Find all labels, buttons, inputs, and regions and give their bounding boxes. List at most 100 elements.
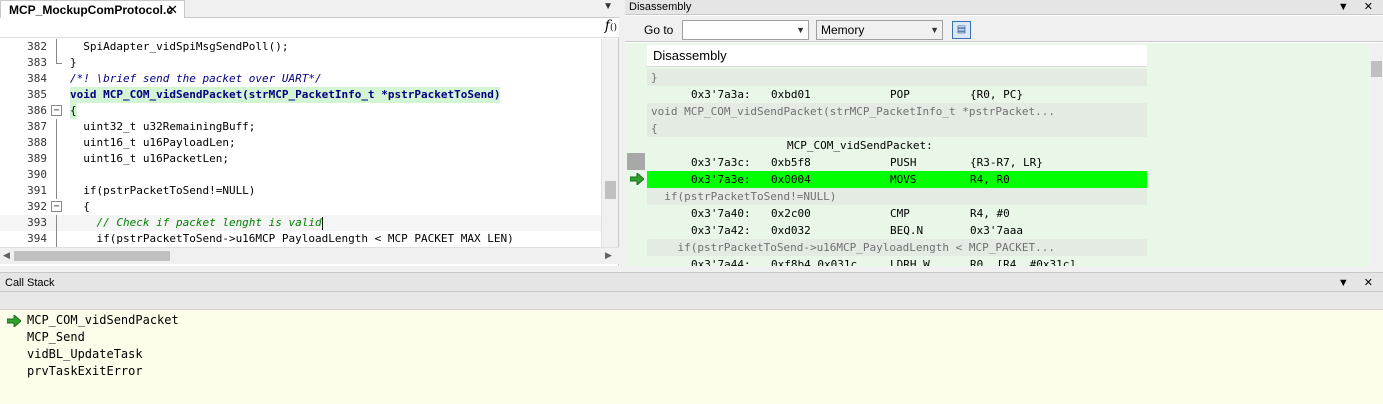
line-number: 391 xyxy=(27,184,47,197)
code-line[interactable]: 387 uint32_t u32RemainingBuff; xyxy=(0,119,601,135)
code-comment: /*! \brief send the packet over UART*/ xyxy=(70,72,322,85)
scroll-thumb[interactable] xyxy=(605,181,616,199)
line-number: 393 xyxy=(27,216,47,229)
code-line-highlighted[interactable]: 385 void MCP_COM_vidSendPacket(strMCP_Pac… xyxy=(0,87,601,103)
disassembly-listing[interactable]: Disassembly } 0x3'7a3a: 0xbd01 POP {R0, … xyxy=(625,43,1370,266)
current-instruction-arrow-icon xyxy=(630,173,644,185)
opcode: 0xd032 xyxy=(771,224,811,237)
code-text-full: void MCP_COM_vidSendPacket(strMCP_Packet… xyxy=(70,88,501,101)
pane-title: Disassembly xyxy=(629,1,692,13)
source-line[interactable]: void MCP_COM_vidSendPacket(strMCP_Packet… xyxy=(647,103,1147,120)
source-line[interactable]: } xyxy=(647,69,1147,86)
instruction-row-current[interactable]: 0x3'7a3e: 0x0004 MOVS R4, R0 xyxy=(647,171,1147,188)
instruction-row[interactable]: 0x3'7a3a: 0xbd01 POP {R0, PC} xyxy=(647,86,1147,103)
chevron-down-icon[interactable]: ▼ xyxy=(603,1,613,12)
scroll-left-icon[interactable]: ◀ xyxy=(3,250,10,261)
operands: R4, R0 xyxy=(970,173,1010,186)
mnemonic: PUSH xyxy=(890,156,917,169)
mnemonic: POP xyxy=(890,88,910,101)
instruction-row[interactable]: 0x3'7a3c: 0xb5f8 PUSH {R3-R7, LR} xyxy=(647,154,1147,171)
function-glyph-sub: () xyxy=(609,23,617,33)
scroll-thumb[interactable] xyxy=(14,251,170,261)
call-stack-frame[interactable]: vidBL_UpdateTask xyxy=(27,346,143,363)
chevron-down-icon[interactable]: ▼ xyxy=(930,25,939,35)
code-line[interactable]: 382 SpiAdapter_vidSpiMsgSendPoll(); xyxy=(0,39,601,55)
editor-vertical-scrollbar[interactable] xyxy=(601,39,618,247)
code-comment: // Check if packet lenght is valid xyxy=(70,216,322,229)
fold-guide xyxy=(56,215,57,231)
operands: 0x3'7aaa xyxy=(970,224,1023,237)
code-line[interactable]: 390 xyxy=(0,167,601,183)
scroll-thumb[interactable] xyxy=(1371,61,1382,77)
source-line[interactable]: if(pstrPacketToSend!=NULL) xyxy=(647,188,1147,205)
goto-label: Go to xyxy=(644,23,674,37)
pane-controls[interactable]: ▼ ✕ xyxy=(1338,0,1379,13)
instruction-row[interactable]: 0x3'7a44: 0xf8b4 0x031c LDRH.W R0, [R4, … xyxy=(647,256,1147,266)
disassembly-header: Disassembly xyxy=(647,45,1147,67)
mnemonic: BEQ.N xyxy=(890,224,924,237)
line-number: 390 xyxy=(27,168,47,181)
label-row[interactable]: MCP_COM_vidSendPacket: xyxy=(647,137,1147,154)
code-line-highlighted[interactable]: 386−{ xyxy=(0,103,601,119)
call-stack-pane: Call Stack ▼ ✕ MCP_COM_vidSendPacket MCP… xyxy=(0,272,1383,404)
label-text: MCP_COM_vidSendPacket: xyxy=(787,139,933,152)
text-caret xyxy=(321,216,323,230)
disassembly-vertical-scrollbar[interactable] xyxy=(1370,43,1383,266)
chevron-down-icon[interactable]: ▼ xyxy=(796,25,805,35)
scroll-right-icon[interactable]: ▶ xyxy=(605,250,612,261)
editor-horizontal-scrollbar[interactable]: ◀ ▶ xyxy=(0,247,619,264)
code-view[interactable]: 382 SpiAdapter_vidSpiMsgSendPoll(); 383}… xyxy=(0,39,601,247)
source-text: void MCP_COM_vidSendPacket(strMCP_Packet… xyxy=(651,105,1055,118)
address: 0x3'7a3a: xyxy=(691,88,751,101)
address: 0x3'7a44: xyxy=(691,258,751,266)
source-line[interactable]: { xyxy=(647,120,1147,137)
instruction-row[interactable]: 0x3'7a42: 0xd032 BEQ.N 0x3'7aaa xyxy=(647,222,1147,239)
call-stack-list[interactable]: MCP_COM_vidSendPacket MCP_Send vidBL_Upd… xyxy=(0,310,1383,404)
document-icon[interactable]: ▤ xyxy=(952,21,971,39)
call-stack-frame[interactable]: prvTaskExitError xyxy=(27,363,143,380)
editor-tab[interactable]: MCP_MockupComProtocol.c ✕ xyxy=(0,0,185,18)
source-text: { xyxy=(651,122,658,135)
function-list-icon[interactable]: f() xyxy=(605,18,617,34)
fold-guide xyxy=(56,135,57,151)
fold-toggle[interactable]: − xyxy=(51,201,62,212)
operands: R4, #0 xyxy=(970,207,1010,220)
code-text: uint16_t u16PacketLen; xyxy=(70,152,229,165)
source-line[interactable]: if(pstrPacketToSend->u16MCP_PayloadLengt… xyxy=(647,239,1147,256)
fold-guide xyxy=(56,231,57,247)
code-line[interactable]: 384 /*! \brief send the packet over UART*… xyxy=(0,71,601,87)
address: 0x3'7a40: xyxy=(691,207,751,220)
code-line-current[interactable]: 393 // Check if packet lenght is valid xyxy=(0,215,601,231)
code-line[interactable]: 391 if(pstrPacketToSend!=NULL) xyxy=(0,183,601,199)
fold-toggle[interactable]: − xyxy=(51,105,62,116)
disassembly-toolbar: Go to ▼ Memory ▼ ▤ xyxy=(625,16,1383,42)
fold-guide xyxy=(56,119,57,135)
pane-controls[interactable]: ▼ ✕ xyxy=(1338,276,1379,289)
address: 0x3'7a42: xyxy=(691,224,751,237)
fold-guide xyxy=(56,151,57,167)
line-number: 383 xyxy=(27,56,47,69)
breakpoint-marker[interactable] xyxy=(627,153,645,170)
code-line[interactable]: 388 uint16_t u16PayloadLen; xyxy=(0,135,601,151)
memory-select[interactable]: Memory ▼ xyxy=(816,20,943,40)
code-line[interactable]: 383} xyxy=(0,55,601,71)
pane-title-bar: Call Stack ▼ ✕ xyxy=(0,272,1383,292)
line-number: 394 xyxy=(27,232,47,245)
code-text: { xyxy=(70,200,90,213)
close-icon[interactable]: ✕ xyxy=(167,2,178,18)
call-stack-frame[interactable]: MCP_Send xyxy=(27,329,85,346)
opcode: 0xf8b4 0x031c xyxy=(771,258,858,266)
code-text: if(pstrPacketToSend->u16MCP PayloadLengt… xyxy=(70,232,514,245)
code-line[interactable]: 394 if(pstrPacketToSend->u16MCP PayloadL… xyxy=(0,231,601,247)
instruction-row[interactable]: 0x3'7a40: 0x2c00 CMP R4, #0 xyxy=(647,205,1147,222)
operands: {R3-R7, LR} xyxy=(970,156,1043,169)
pane-title-bar: Disassembly ▼ ✕ xyxy=(625,0,1383,15)
call-stack-frame[interactable]: MCP_COM_vidSendPacket xyxy=(27,312,179,329)
code-line[interactable]: 392− { xyxy=(0,199,601,215)
code-line[interactable]: 389 uint16_t u16PacketLen; xyxy=(0,151,601,167)
goto-input[interactable]: ▼ xyxy=(682,20,809,40)
memory-value: Memory xyxy=(821,23,865,37)
code-text: SpiAdapter_vidSpiMsgSendPoll(); xyxy=(70,40,289,53)
mnemonic: CMP xyxy=(890,207,910,220)
operands: {R0, PC} xyxy=(970,88,1023,101)
